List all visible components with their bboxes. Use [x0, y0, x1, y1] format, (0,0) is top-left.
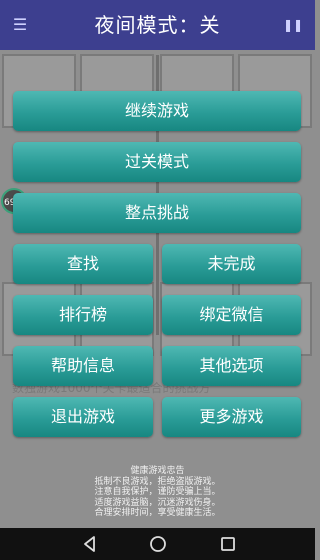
help-info-button[interactable]: 帮助信息 [13, 346, 153, 386]
top-bar: ☰ 夜间模式：关 ❚❚ [0, 0, 315, 50]
health-notice-line: 合理安排时间，享受健康生活。 [94, 508, 221, 518]
other-options-button[interactable]: 其他选项 [162, 346, 301, 386]
health-notice-line: 抵制不良游戏，拒绝盗版游戏。 [94, 476, 221, 487]
health-notice-line: 注意自我保护，谨防受骗上当。 [94, 487, 221, 497]
health-notice-title: 健康游戏忠告 [130, 466, 185, 476]
exit-game-button[interactable]: 退出游戏 [13, 397, 153, 437]
incomplete-button[interactable]: 未完成 [162, 244, 301, 284]
bind-wechat-button[interactable]: 绑定微信 [162, 295, 301, 335]
health-notice-line: 适度游戏益脑，沉迷游戏伤身。 [94, 497, 221, 508]
level-mode-button[interactable]: 过关模式 [13, 142, 301, 182]
home-icon[interactable] [148, 534, 168, 554]
page-title: 夜间模式：关 [94, 13, 221, 37]
leaderboard-button[interactable]: 排行榜 [13, 295, 153, 335]
search-button[interactable]: 查找 [13, 244, 153, 284]
system-navigation-bar [0, 528, 315, 560]
health-notice: 健康游戏忠告 抵制不良游戏，拒绝盗版游戏。 注意自我保护，谨防受骗上当。 适度游… [0, 466, 315, 528]
back-icon[interactable] [80, 534, 100, 554]
hourly-challenge-button[interactable]: 整点挑战 [13, 193, 301, 233]
continue-game-button[interactable]: 继续游戏 [13, 91, 301, 131]
pause-icon[interactable]: ❚❚ [283, 15, 303, 35]
recent-apps-icon[interactable] [218, 534, 238, 554]
more-games-button[interactable]: 更多游戏 [162, 397, 301, 437]
